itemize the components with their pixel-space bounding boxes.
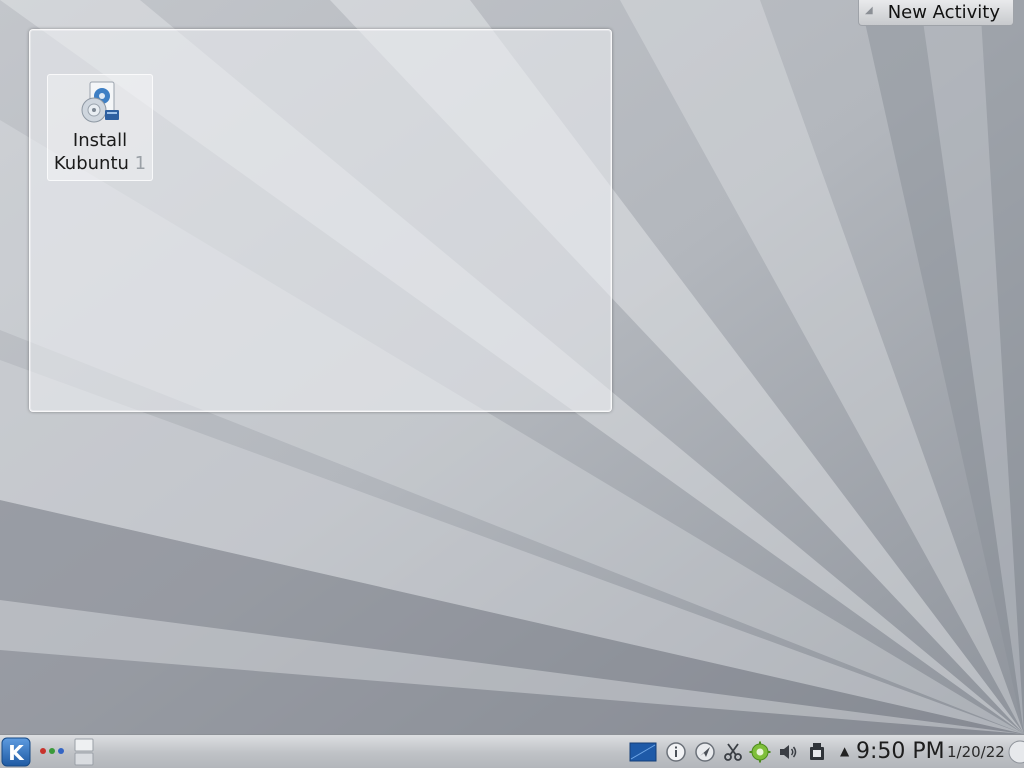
desktop-icon-label-main: Kubuntu <box>53 153 129 174</box>
panel-toolbox-icon[interactable] <box>1004 740 1024 764</box>
device-notifier-icon[interactable] <box>806 741 828 763</box>
info-icon[interactable] <box>665 741 687 763</box>
network-icon[interactable] <box>694 741 716 763</box>
clock-time[interactable]: 9:50 PM <box>856 738 945 766</box>
new-activity-button[interactable]: ◢ New Activity <box>858 0 1014 26</box>
volume-icon[interactable] <box>777 741 799 763</box>
kde-k-menu-icon[interactable]: K <box>0 737 32 767</box>
desktop-icon-label-line2: Kubuntu 1 <box>48 152 152 175</box>
desktop-icon-label-truncated: 1 <box>128 153 147 174</box>
activity-dots-icon[interactable] <box>39 746 65 756</box>
svg-text:K: K <box>8 741 25 765</box>
clipboard-scissors-icon[interactable] <box>722 741 744 763</box>
new-activity-label: New Activity <box>887 2 1000 23</box>
screen-icon[interactable] <box>629 741 657 763</box>
desktop-icon-install-kubuntu[interactable]: Install Kubuntu 1 <box>47 74 153 181</box>
desktop[interactable]: Install Kubuntu 1 ◢ New Activity K ▲ 9:5… <box>0 0 1024 768</box>
up-arrow-icon[interactable]: ▲ <box>840 745 849 757</box>
toolbox-nub-icon: ◢ <box>865 5 873 16</box>
update-notifier-icon[interactable] <box>749 741 771 763</box>
installer-disc-icon <box>81 81 119 123</box>
bottom-panel[interactable]: K ▲ 9:50 PM 1/20/22 <box>0 734 1024 768</box>
desktop-icon-label: Install Kubuntu 1 <box>48 129 152 175</box>
clock-date[interactable]: 1/20/22 <box>947 743 1005 761</box>
desktop-icon-label-line1: Install <box>72 130 128 151</box>
virtual-desktop-pager-icon[interactable] <box>73 737 95 767</box>
